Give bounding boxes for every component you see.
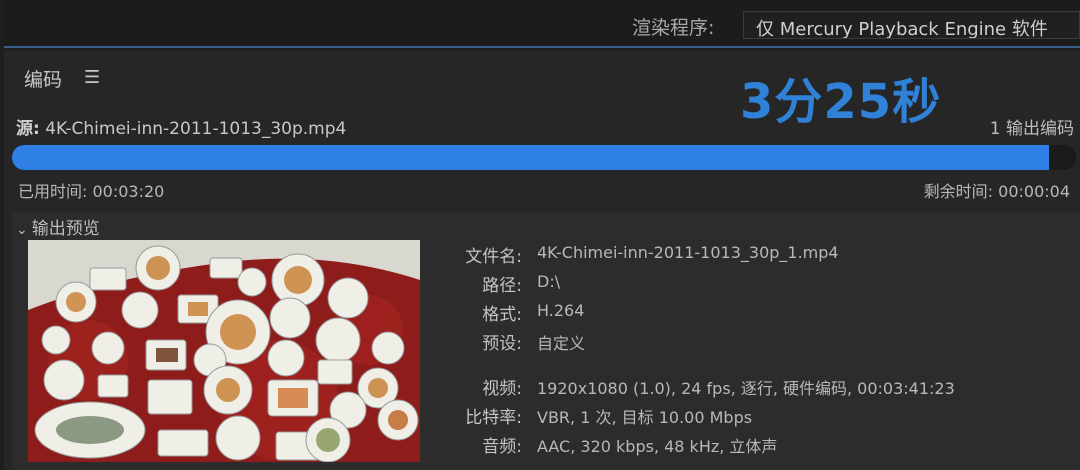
field-value: 1920x1080 (1.0), 24 fps, 逐行, 硬件编码, 00:03… [537, 379, 955, 398]
field-value: AAC, 320 kbps, 48 kHz, 立体声 [537, 437, 778, 456]
panel-title: 编码 [24, 69, 63, 91]
output-count: 1 输出编码 [989, 119, 1074, 139]
output-preview-header[interactable]: ⌄ 输出预览 [16, 214, 100, 239]
hamburger-menu-icon[interactable]: ☰ [84, 67, 100, 88]
source-prefix: 源: [16, 119, 40, 139]
field-value: D:\ [537, 272, 561, 291]
field-value: 4K-Chimei-inn-2011-1013_30p_1.mp4 [537, 243, 839, 262]
timer-overlay: 3分25秒 [740, 74, 942, 130]
field-label: 比特率: [465, 408, 522, 428]
output-preview-title: 输出预览 [31, 219, 100, 239]
elapsed-time: 已用时间: 00:03:20 [18, 182, 165, 201]
render-toolbar: 渲染程序: 仅 Mercury Playback Engine 软件 [4, 0, 1080, 48]
renderer-select[interactable]: 仅 Mercury Playback Engine 软件 [743, 11, 1080, 39]
progress-bar [12, 145, 1076, 170]
renderer-label: 渲染程序: [632, 17, 715, 39]
field-label: 视频: [482, 379, 522, 399]
remaining-time: 剩余时间: 00:00:04 [923, 182, 1070, 201]
video-thumbnail [28, 240, 420, 462]
chevron-down-icon[interactable]: ⌄ [16, 222, 28, 238]
field-label: 文件名: [465, 247, 522, 267]
source-file: 源: 4K-Chimei-inn-2011-1013_30p.mp4 [16, 114, 346, 139]
source-filename: 4K-Chimei-inn-2011-1013_30p.mp4 [45, 119, 347, 139]
field-value: 自定义 [537, 334, 586, 353]
field-label: 路径: [482, 276, 522, 296]
progress-fill [12, 145, 1050, 170]
food-table-image [28, 240, 420, 462]
field-label: 预设: [482, 334, 522, 354]
field-value: VBR, 1 次, 目标 10.00 Mbps [537, 408, 753, 427]
field-label: 格式: [482, 305, 522, 325]
field-label: 音频: [482, 437, 522, 457]
field-value: H.264 [537, 301, 585, 320]
